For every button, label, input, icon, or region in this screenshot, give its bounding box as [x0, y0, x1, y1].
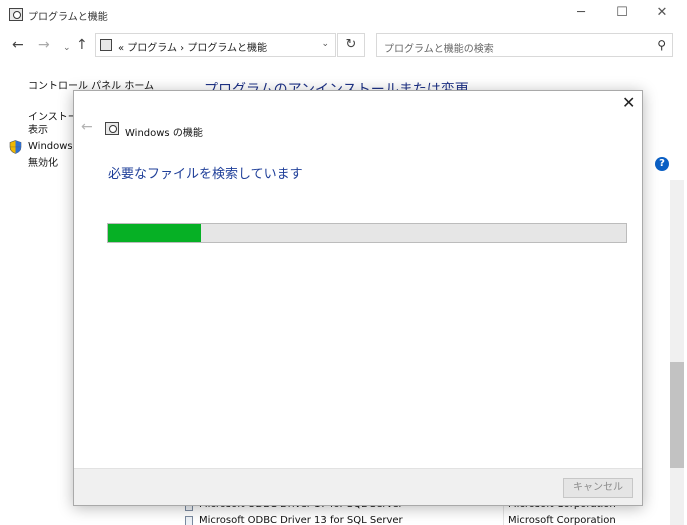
maximize-button[interactable]: ☐ — [607, 4, 637, 24]
dialog-close-button[interactable]: ✕ — [622, 94, 635, 112]
sidebar-item-windows-features-line2[interactable]: 無効化 — [28, 154, 58, 169]
search-placeholder: プログラムと機能の検索 — [384, 44, 494, 55]
status-message: 必要なファイルを検索しています — [108, 167, 303, 182]
program-publisher: Microsoft Corporation — [508, 515, 616, 525]
control-panel-icon — [100, 39, 112, 51]
cancel-button[interactable]: キャンセル — [563, 478, 633, 498]
list-item[interactable]: Microsoft ODBC Driver 13 for SQL Server … — [183, 515, 673, 525]
back-arrow-icon[interactable]: ← — [12, 37, 24, 53]
minimize-button[interactable]: ─ — [566, 4, 596, 24]
windows-features-icon — [105, 122, 119, 135]
breadcrumb[interactable]: « プログラム › プログラムと機能 — [118, 39, 267, 54]
refresh-button[interactable]: ↻ — [337, 33, 365, 57]
program-icon — [185, 516, 193, 525]
scrollbar-track[interactable] — [670, 180, 684, 525]
windows-features-dialog: ✕ ← Windows の機能 必要なファイルを検索しています キャンセル — [73, 90, 643, 506]
close-button[interactable]: ✕ — [647, 4, 677, 24]
sidebar-item-installed-updates-line2[interactable]: 表示 — [28, 121, 48, 136]
dialog-back-arrow-icon[interactable]: ← — [81, 119, 93, 135]
progress-bar-fill — [108, 224, 202, 242]
address-dropdown-chevron-icon[interactable]: ⌄ — [321, 39, 329, 49]
forward-arrow-icon[interactable]: → — [38, 37, 50, 53]
address-bar[interactable]: « プログラム › プログラムと機能 ⌄ — [95, 33, 336, 57]
progress-bar — [107, 223, 627, 243]
search-input[interactable]: プログラムと機能の検索 ⚲ — [376, 33, 673, 57]
scrollbar-thumb[interactable] — [670, 362, 684, 468]
dialog-title: Windows の機能 — [125, 128, 203, 139]
window-title: プログラムと機能 — [28, 12, 108, 23]
sidebar-item-windows-features[interactable]: Windows — [28, 141, 73, 152]
help-icon[interactable]: ? — [655, 157, 669, 171]
search-icon[interactable]: ⚲ — [657, 38, 666, 52]
shield-icon — [9, 140, 22, 154]
programs-features-icon — [9, 8, 23, 21]
recent-locations-chevron-icon[interactable]: ⌄ — [63, 40, 71, 56]
program-name: Microsoft ODBC Driver 13 for SQL Server — [199, 515, 403, 525]
up-arrow-icon[interactable]: ↑ — [76, 37, 88, 53]
dialog-footer: キャンセル — [74, 468, 642, 505]
title-bar: プログラムと機能 ─ ☐ ✕ — [0, 0, 687, 30]
